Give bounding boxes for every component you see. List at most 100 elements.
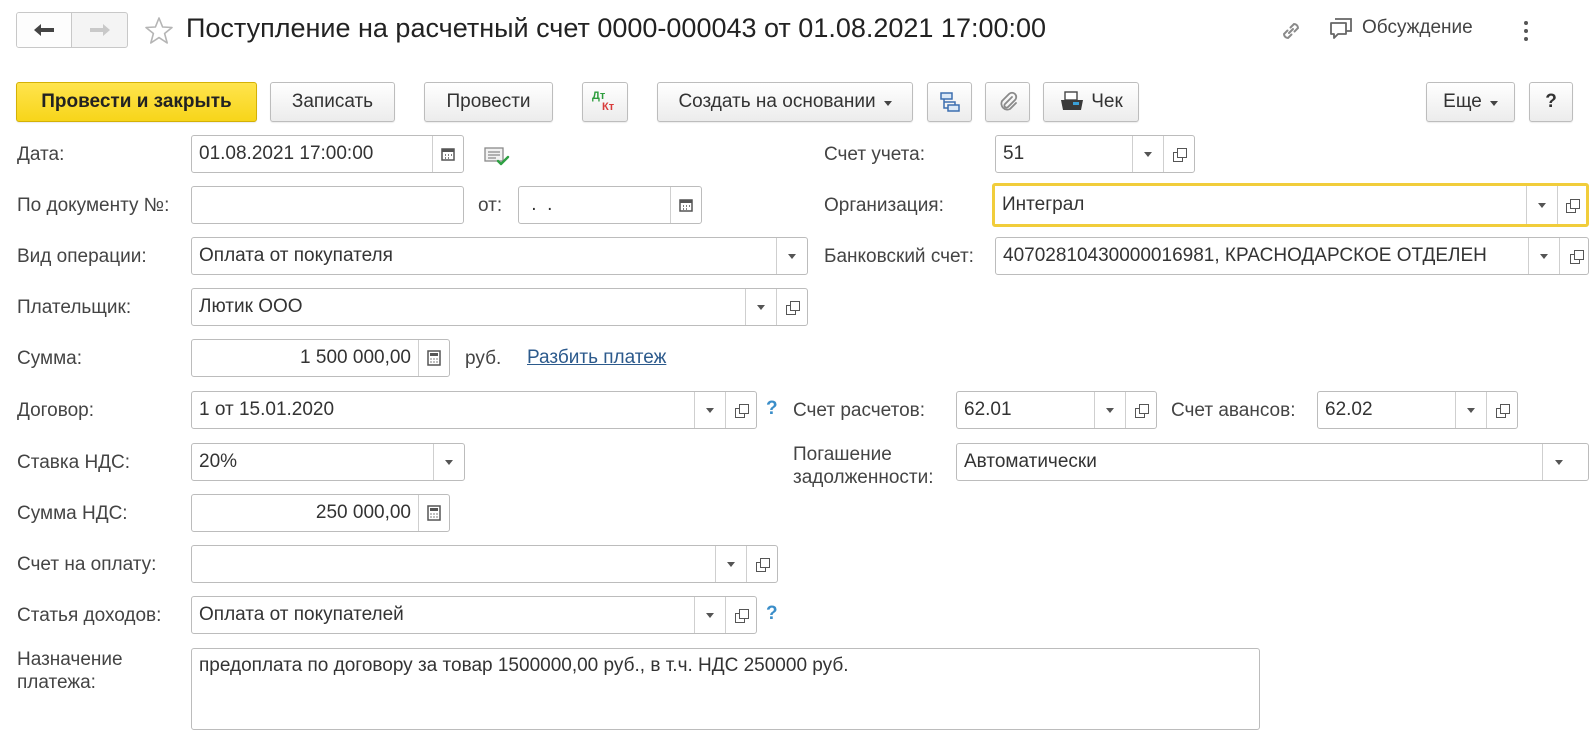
- calculator-icon: [427, 350, 441, 366]
- purpose-textarea[interactable]: предоплата по договору за товар 1500000,…: [191, 648, 1260, 730]
- amount-field[interactable]: 1 500 000,00: [191, 339, 450, 377]
- open-button[interactable]: [725, 392, 756, 428]
- paperclip-icon: [1000, 91, 1017, 111]
- debt-repayment-label: Погашение задолженности:: [793, 443, 934, 489]
- kt-label: Кт: [602, 101, 615, 113]
- open-button[interactable]: [1559, 238, 1588, 274]
- forward-button[interactable]: [72, 13, 127, 47]
- dropdown-button[interactable]: [745, 289, 776, 325]
- post-button[interactable]: Провести: [424, 82, 553, 122]
- dropdown-button[interactable]: [1542, 444, 1588, 480]
- income-item-help-icon[interactable]: ?: [766, 603, 778, 625]
- open-icon: [734, 403, 749, 418]
- payer-select[interactable]: Лютик ООО: [191, 288, 808, 326]
- back-button[interactable]: [17, 13, 73, 47]
- create-based-on-button[interactable]: Создать на основании: [657, 82, 913, 122]
- open-button[interactable]: [1125, 392, 1156, 428]
- invoice-value: [192, 546, 715, 582]
- open-icon: [1172, 147, 1187, 162]
- dropdown-button[interactable]: [433, 444, 464, 480]
- open-button[interactable]: [1486, 392, 1517, 428]
- dt-kt-button[interactable]: Дт Кт: [582, 82, 628, 122]
- kebab-icon[interactable]: [1520, 18, 1532, 44]
- bank-account-value: 40702810430000016981, КРАСНОДАРСКОЕ ОТДЕ…: [1003, 245, 1487, 266]
- message-check-icon[interactable]: [484, 146, 510, 168]
- dropdown-button[interactable]: [715, 546, 746, 582]
- income-item-value: Оплата от покупателей: [199, 604, 404, 625]
- doc-date-value: . .: [526, 194, 558, 215]
- doc-number-label: По документу №:: [17, 195, 170, 216]
- dropdown-arrow-icon: [1144, 151, 1152, 157]
- open-icon: [1570, 249, 1584, 264]
- calendar-button[interactable]: [670, 187, 701, 223]
- receipt-label: Чек: [1091, 91, 1123, 112]
- doc-date-field[interactable]: . .: [518, 186, 702, 224]
- open-button[interactable]: [1163, 136, 1194, 172]
- help-button[interactable]: ?: [1529, 82, 1573, 122]
- dropdown-button[interactable]: [1526, 186, 1557, 224]
- calculator-button[interactable]: [418, 495, 449, 531]
- more-button[interactable]: Еще: [1426, 82, 1515, 122]
- account-select[interactable]: 51: [995, 135, 1195, 173]
- dt-kt-icon: Дт Кт: [590, 89, 620, 115]
- chevron-down-icon: [883, 100, 892, 106]
- post-and-close-button[interactable]: Провести и закрыть: [16, 82, 257, 122]
- dropdown-button[interactable]: [694, 392, 725, 428]
- invoice-select[interactable]: [191, 545, 778, 583]
- contract-help-icon[interactable]: ?: [766, 398, 778, 420]
- organization-value: Интеграл: [1002, 194, 1085, 215]
- dropdown-button[interactable]: [776, 238, 807, 274]
- settlement-account-value: 62.01: [964, 399, 1012, 420]
- open-button[interactable]: [1557, 186, 1586, 224]
- calendar-button[interactable]: [432, 136, 463, 172]
- account-value: 51: [1003, 143, 1025, 164]
- payer-label: Плательщик:: [17, 297, 132, 318]
- doc-number-input[interactable]: [191, 186, 464, 224]
- doc-date-label: от:: [478, 195, 503, 216]
- operation-type-label: Вид операции:: [17, 246, 147, 267]
- dropdown-button[interactable]: [1528, 238, 1559, 274]
- debt-repayment-value: Автоматически: [964, 451, 1097, 472]
- dropdown-button[interactable]: [694, 597, 725, 633]
- income-item-select[interactable]: Оплата от покупателей: [191, 596, 757, 634]
- vat-amount-field[interactable]: 250 000,00: [191, 494, 450, 532]
- navigation-buttons: [16, 12, 128, 48]
- operation-type-select[interactable]: Оплата от покупателя: [191, 237, 808, 275]
- dropdown-button[interactable]: [1094, 392, 1125, 428]
- bank-account-label: Банковский счет:: [824, 246, 974, 267]
- open-button[interactable]: [746, 546, 777, 582]
- advance-account-select[interactable]: 62.02: [1317, 391, 1518, 429]
- settlement-account-select[interactable]: 62.01: [956, 391, 1157, 429]
- create-based-on-label: Создать на основании: [678, 91, 876, 112]
- calendar-icon: [679, 199, 693, 212]
- structure-button[interactable]: [927, 82, 972, 122]
- dropdown-button[interactable]: [1455, 392, 1486, 428]
- bank-account-select[interactable]: 40702810430000016981, КРАСНОДАРСКОЕ ОТДЕ…: [995, 237, 1589, 275]
- attach-button[interactable]: [985, 82, 1030, 122]
- link-icon[interactable]: [1278, 18, 1304, 44]
- receipt-button[interactable]: Чек: [1043, 82, 1139, 122]
- star-icon[interactable]: [144, 16, 174, 46]
- amount-value: 1 500 000,00: [300, 347, 411, 368]
- currency-label: руб.: [465, 348, 502, 369]
- vat-rate-select[interactable]: 20%: [191, 443, 465, 481]
- dropdown-arrow-icon: [1538, 202, 1546, 208]
- purpose-label-line1: Назначение: [17, 649, 123, 670]
- calculator-button[interactable]: [418, 340, 449, 376]
- date-field[interactable]: 01.08.2021 17:00:00: [191, 135, 464, 173]
- vat-rate-label: Ставка НДС:: [17, 452, 131, 473]
- debt-repayment-select[interactable]: Автоматически: [956, 443, 1589, 481]
- save-button[interactable]: Записать: [270, 82, 395, 122]
- advance-account-value: 62.02: [1325, 399, 1373, 420]
- contract-select[interactable]: 1 от 15.01.2020: [191, 391, 757, 429]
- open-button[interactable]: [776, 289, 807, 325]
- organization-select[interactable]: Интеграл: [992, 183, 1589, 227]
- vat-amount-value: 250 000,00: [315, 502, 411, 523]
- open-button[interactable]: [725, 597, 756, 633]
- split-payment-link[interactable]: Разбить платеж: [527, 347, 666, 369]
- open-icon: [755, 557, 770, 572]
- contract-value: 1 от 15.01.2020: [199, 399, 335, 420]
- forward-arrow-icon: [89, 24, 110, 36]
- dropdown-button[interactable]: [1132, 136, 1163, 172]
- discussion-button[interactable]: Обсуждение: [1328, 16, 1473, 40]
